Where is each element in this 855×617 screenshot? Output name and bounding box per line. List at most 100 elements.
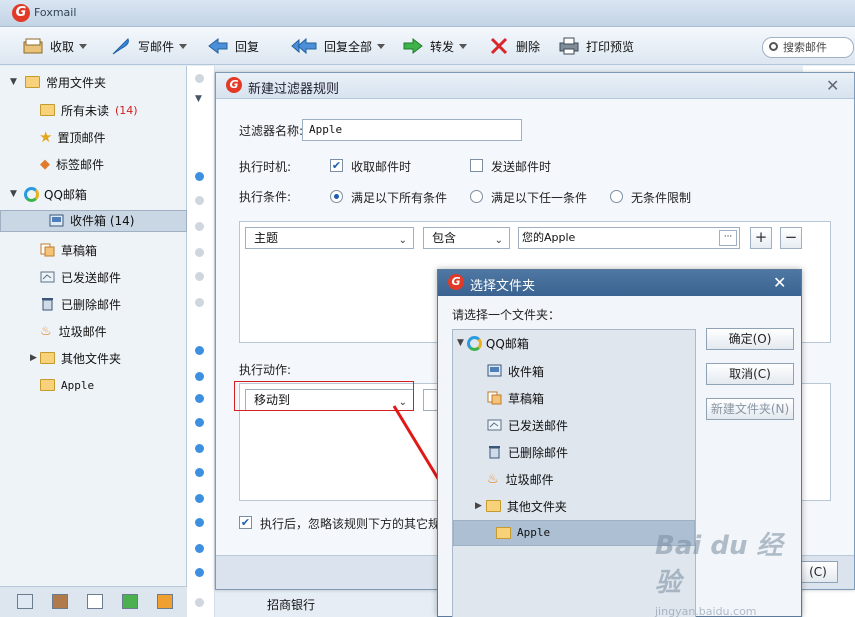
baidu-watermark: Bai du 经验 jingyan.baidu.com <box>655 525 805 617</box>
reply-label: 回复 <box>235 39 260 54</box>
title-bar: G Foxmail <box>0 0 855 27</box>
sidebar-item-qq-mailbox[interactable]: ▼ QQ邮箱 <box>0 181 187 207</box>
flame-icon: ♨ <box>40 323 52 339</box>
operator-select[interactable]: 包含 ⌄ <box>423 227 510 249</box>
sidebar-item-inbox[interactable]: 收件箱 (14) <box>0 210 187 232</box>
tree-item-other-folders[interactable]: ▶ 其他文件夹 <box>453 493 695 519</box>
receive-label: 收取 <box>50 39 75 54</box>
foxmail-logo-icon: G <box>226 77 242 93</box>
sidebar-item-apple[interactable]: Apple <box>0 372 187 398</box>
tree-item-label: 草稿箱 <box>508 391 545 406</box>
tree-item-label: 其他文件夹 <box>506 499 567 514</box>
sidebar-item-tagged[interactable]: ◆ 标签邮件 <box>0 151 187 177</box>
mail-subject[interactable]: 招商银行 <box>267 596 315 613</box>
calendar-icon[interactable] <box>87 594 103 609</box>
tree-item-sent[interactable]: 已发送邮件 <box>453 412 695 438</box>
search-placeholder: 搜索邮件 <box>783 41 827 54</box>
sidebar-item-label: 其他文件夹 <box>61 351 122 366</box>
cond-any-radio[interactable] <box>470 190 483 203</box>
forward-button[interactable]: 转发 <box>402 35 468 57</box>
notes-icon[interactable] <box>122 594 138 609</box>
sidebar-item-deleted[interactable]: 已删除邮件 <box>0 291 187 317</box>
sidebar-item-all-unread[interactable]: 所有未读 (14) <box>0 97 187 123</box>
watermark-brand: Bai du 经验 <box>655 531 783 598</box>
chevron-down-icon <box>179 43 188 49</box>
unread-status-icon <box>195 394 204 403</box>
print-preview-button[interactable]: 打印预览 <box>558 35 634 57</box>
forward-label: 转发 <box>430 39 455 54</box>
receive-button[interactable]: 收取 <box>22 35 88 57</box>
sidebar-item-junk[interactable]: ♨ 垃圾邮件 <box>0 318 187 344</box>
reply-all-button[interactable]: 回复全部 <box>290 35 386 57</box>
collapse-triangle-icon: ▼ <box>10 77 17 87</box>
sidebar-item-other-folders[interactable]: ▶ 其他文件夹 <box>0 345 187 371</box>
compose-button[interactable]: 写邮件 <box>110 35 188 57</box>
new-folder-button[interactable]: 新建文件夹(N) <box>706 398 794 420</box>
reply-arrow-icon <box>207 36 229 56</box>
close-icon[interactable]: ✕ <box>773 275 786 291</box>
flame-icon: ♨ <box>487 471 499 487</box>
dialog-header: G 选择文件夹 ✕ <box>438 270 801 296</box>
qq-mail-logo-icon <box>466 335 482 351</box>
sidebar-item-common-folders[interactable]: ▼ 常用文件夹 <box>0 69 187 95</box>
contacts-icon[interactable] <box>52 594 68 609</box>
cond-none-label: 无条件限制 <box>631 191 692 205</box>
sidebar-item-pinned[interactable]: ★ 置顶邮件 <box>0 124 187 150</box>
inbox-icon <box>487 364 502 378</box>
condition-value-text: 您的Apple <box>522 231 576 244</box>
sidebar-item-label: Apple <box>61 378 95 392</box>
unread-status-icon <box>195 544 204 553</box>
unread-status-icon <box>195 172 204 181</box>
on-send-checkbox[interactable] <box>470 159 483 172</box>
cond-all-radio[interactable] <box>330 190 343 203</box>
toolbar: 收取 写邮件 回复 回复全部 转发 删除 打印预览 <box>0 27 855 65</box>
sidebar-item-drafts[interactable]: 草稿箱 <box>0 237 187 263</box>
ellipsis-button[interactable]: ··· <box>719 230 737 246</box>
trash-bin-icon <box>40 297 55 311</box>
foxmail-logo-icon: G <box>448 274 464 290</box>
field-select[interactable]: 主题 ⌄ <box>245 227 414 249</box>
folder-icon <box>485 500 501 512</box>
search-input[interactable]: 搜索邮件 <box>762 37 854 58</box>
ok-button[interactable]: 确定(O) <box>706 328 794 350</box>
tree-item-junk[interactable]: ♨ 垃圾邮件 <box>453 466 695 492</box>
watermark-url: jingyan.baidu.com <box>655 605 757 617</box>
sidebar-item-label: QQ邮箱 <box>44 187 87 202</box>
mail-view-icon[interactable] <box>17 594 33 609</box>
add-condition-button[interactable]: + <box>750 227 772 249</box>
cond-all-label: 满足以下所有条件 <box>351 191 448 205</box>
dialog-title: 新建过滤器规则 <box>248 82 340 97</box>
tree-item-deleted[interactable]: 已删除邮件 <box>453 439 695 465</box>
inbox-tray-icon <box>22 36 44 56</box>
reply-button[interactable]: 回复 <box>207 35 259 57</box>
printer-icon <box>558 36 580 56</box>
cond-any-label: 满足以下任一条件 <box>491 191 588 205</box>
read-status-icon <box>195 196 204 205</box>
close-icon[interactable]: ✕ <box>826 78 839 94</box>
collapse-triangle-icon: ▼ <box>10 189 17 199</box>
unread-status-icon <box>195 372 204 381</box>
delete-button[interactable]: 删除 <box>488 35 540 57</box>
mail-list[interactable]: ▼ <box>187 66 215 617</box>
tree-item-label: QQ邮箱 <box>485 336 529 351</box>
unread-status-icon <box>195 568 204 577</box>
sidebar-item-sent[interactable]: 已发送邮件 <box>0 264 187 290</box>
forward-arrow-icon <box>402 36 424 56</box>
stop-processing-checkbox[interactable]: ✔ <box>239 516 252 529</box>
unread-status-icon <box>195 468 204 477</box>
on-receive-checkbox[interactable]: ✔ <box>330 159 343 172</box>
sidebar-item-label: 草稿箱 <box>61 243 98 258</box>
tree-item-qq-mailbox[interactable]: ▼ QQ邮箱 <box>453 330 695 356</box>
cancel-button[interactable]: 取消(C) <box>706 363 794 385</box>
feather-pen-icon <box>110 36 132 56</box>
drafts-icon <box>40 243 55 257</box>
filter-name-field[interactable]: Apple <box>302 119 522 141</box>
rss-icon[interactable] <box>157 594 173 609</box>
remove-condition-button[interactable]: − <box>780 227 802 249</box>
tree-item-inbox[interactable]: 收件箱 <box>453 358 695 384</box>
tree-item-label: Apple <box>517 526 551 539</box>
cond-none-radio[interactable] <box>610 190 623 203</box>
tree-item-drafts[interactable]: 草稿箱 <box>453 385 695 411</box>
chevron-down-icon <box>459 43 468 49</box>
condition-value-field[interactable]: 您的Apple ··· <box>518 227 740 249</box>
